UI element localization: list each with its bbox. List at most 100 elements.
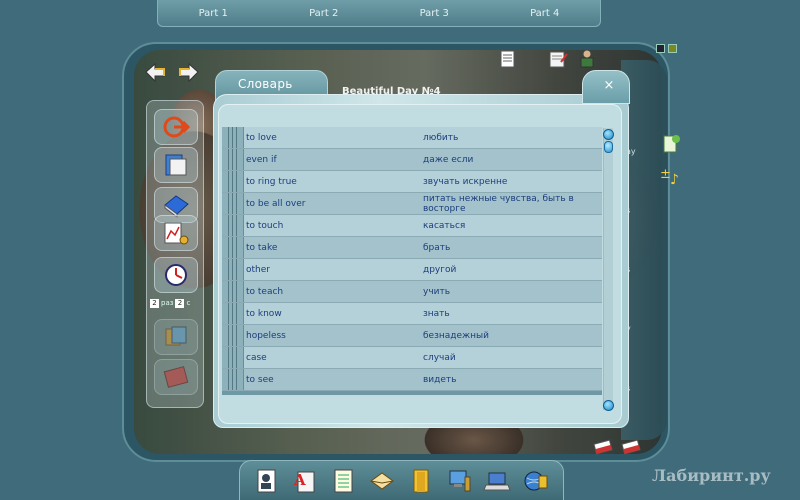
- tab-part-1[interactable]: Part 1: [158, 8, 269, 19]
- english-word: hopeless: [246, 330, 286, 341]
- globe-icon: [524, 471, 548, 490]
- part-tabs: Part 1 Part 2 Part 3 Part 4: [157, 0, 601, 27]
- russian-translation: звучать искренне: [423, 176, 508, 187]
- computer-button[interactable]: [445, 466, 473, 496]
- cards-button[interactable]: [154, 319, 198, 355]
- repeat-separator: раз: [161, 299, 174, 307]
- music-settings-icon[interactable]: ± ♪: [659, 165, 681, 187]
- russian-translation: брать: [423, 242, 451, 253]
- document-icon[interactable]: [497, 48, 519, 70]
- row-selector[interactable]: [222, 237, 244, 258]
- back-arrow-icon[interactable]: [142, 60, 168, 86]
- row-selector[interactable]: [222, 193, 244, 214]
- repeat-counter: 2 раз 2 с: [150, 297, 202, 309]
- globe-button[interactable]: [522, 466, 550, 496]
- notepad-icon[interactable]: [547, 48, 569, 70]
- scrollbar-thumb[interactable]: [604, 141, 613, 153]
- row-selector[interactable]: [222, 347, 244, 368]
- row-selector[interactable]: [222, 303, 244, 324]
- scroll-up-button[interactable]: [603, 129, 614, 140]
- english-word: to teach: [246, 286, 284, 297]
- info-icon[interactable]: [660, 133, 682, 155]
- table-row[interactable]: to take брать: [222, 237, 602, 259]
- table-row[interactable]: case случай: [222, 347, 602, 369]
- notes-button[interactable]: [330, 466, 358, 496]
- table-row[interactable]: to teach учить: [222, 281, 602, 303]
- russian-translation: случай: [423, 352, 456, 363]
- test-button[interactable]: [154, 359, 198, 395]
- timer-button[interactable]: [154, 257, 198, 293]
- close-button[interactable]: ×: [601, 78, 617, 94]
- svg-text:A: A: [293, 471, 306, 489]
- folder-icon: [413, 469, 429, 492]
- forward-arrow-icon[interactable]: [176, 60, 202, 86]
- english-word: to love: [246, 132, 277, 143]
- envelope-icon: [370, 471, 395, 490]
- notebook-icon: [165, 154, 187, 176]
- window-controls: [656, 44, 680, 54]
- scroll-down-button[interactable]: [603, 400, 614, 411]
- test-icon: [163, 366, 189, 388]
- row-selector[interactable]: [222, 369, 244, 390]
- table-row[interactable]: even if даже если: [222, 149, 602, 171]
- abc-book-icon: A: [293, 471, 315, 492]
- repeat-current[interactable]: 2: [150, 298, 159, 308]
- alphabet-button[interactable]: A: [292, 466, 320, 496]
- cards-icon: [165, 326, 187, 346]
- english-word: even if: [246, 154, 277, 165]
- svg-text:♪: ♪: [670, 172, 679, 187]
- table-row[interactable]: to know знать: [222, 303, 602, 325]
- table-row[interactable]: to love любить: [222, 127, 602, 149]
- user-card-icon: [257, 469, 276, 492]
- table-row[interactable]: to see видеть: [222, 369, 602, 391]
- row-selector[interactable]: [222, 281, 244, 302]
- repeat-total[interactable]: 2: [175, 298, 185, 308]
- english-word: to ring true: [246, 176, 297, 187]
- flag-icon[interactable]: [620, 436, 642, 458]
- english-word: to take: [246, 242, 278, 253]
- statistics-button[interactable]: [154, 215, 198, 251]
- row-selector[interactable]: [222, 171, 244, 192]
- table-row[interactable]: to touch касаться: [222, 215, 602, 237]
- maximize-button[interactable]: [668, 44, 677, 53]
- teacher-icon[interactable]: [576, 48, 598, 70]
- russian-translation: питать нежные чувства, быть в восторге: [423, 193, 574, 214]
- row-selector[interactable]: [222, 149, 244, 170]
- laptop-icon: [483, 472, 512, 490]
- table-row[interactable]: other другой: [222, 259, 602, 281]
- table-row[interactable]: to be all over питать нежные чувства, бы…: [222, 193, 602, 215]
- russian-translation: знать: [423, 308, 450, 319]
- russian-translation: учить: [423, 286, 451, 297]
- user-card-button[interactable]: [253, 466, 281, 496]
- english-word: to be all over: [246, 198, 306, 209]
- left-toolbar: 2 раз 2 с: [146, 100, 204, 408]
- russian-translation: даже если: [423, 154, 474, 165]
- laptop-button[interactable]: [483, 466, 512, 496]
- english-word: case: [246, 352, 267, 363]
- table-row[interactable]: to ring true звучать искренне: [222, 171, 602, 193]
- english-word: other: [246, 264, 270, 275]
- row-selector[interactable]: [222, 259, 244, 280]
- table-row[interactable]: hopeless безнадежный: [222, 325, 602, 347]
- row-selector[interactable]: [222, 215, 244, 236]
- notes-icon: [334, 469, 353, 492]
- notebook-button[interactable]: [154, 147, 198, 183]
- russian-translation: видеть: [423, 374, 457, 385]
- tab-part-3[interactable]: Part 3: [379, 8, 490, 19]
- row-selector[interactable]: [222, 127, 244, 148]
- mail-button[interactable]: [368, 466, 396, 496]
- folder-button[interactable]: [407, 466, 435, 496]
- english-word: to touch: [246, 220, 284, 231]
- chart-icon: [164, 222, 189, 245]
- clock-icon: [165, 264, 187, 286]
- computer-icon: [449, 470, 471, 491]
- minimize-button[interactable]: [656, 44, 665, 53]
- tab-part-2[interactable]: Part 2: [269, 8, 380, 19]
- scrollbar-track[interactable]: [603, 128, 613, 410]
- row-selector[interactable]: [222, 325, 244, 346]
- flag-icon[interactable]: [592, 436, 614, 458]
- bottom-toolbar: A: [239, 460, 564, 500]
- tab-part-4[interactable]: Part 4: [490, 8, 601, 19]
- exit-button[interactable]: [154, 109, 198, 145]
- watermark-logo: Лабиринт.ру: [652, 466, 771, 485]
